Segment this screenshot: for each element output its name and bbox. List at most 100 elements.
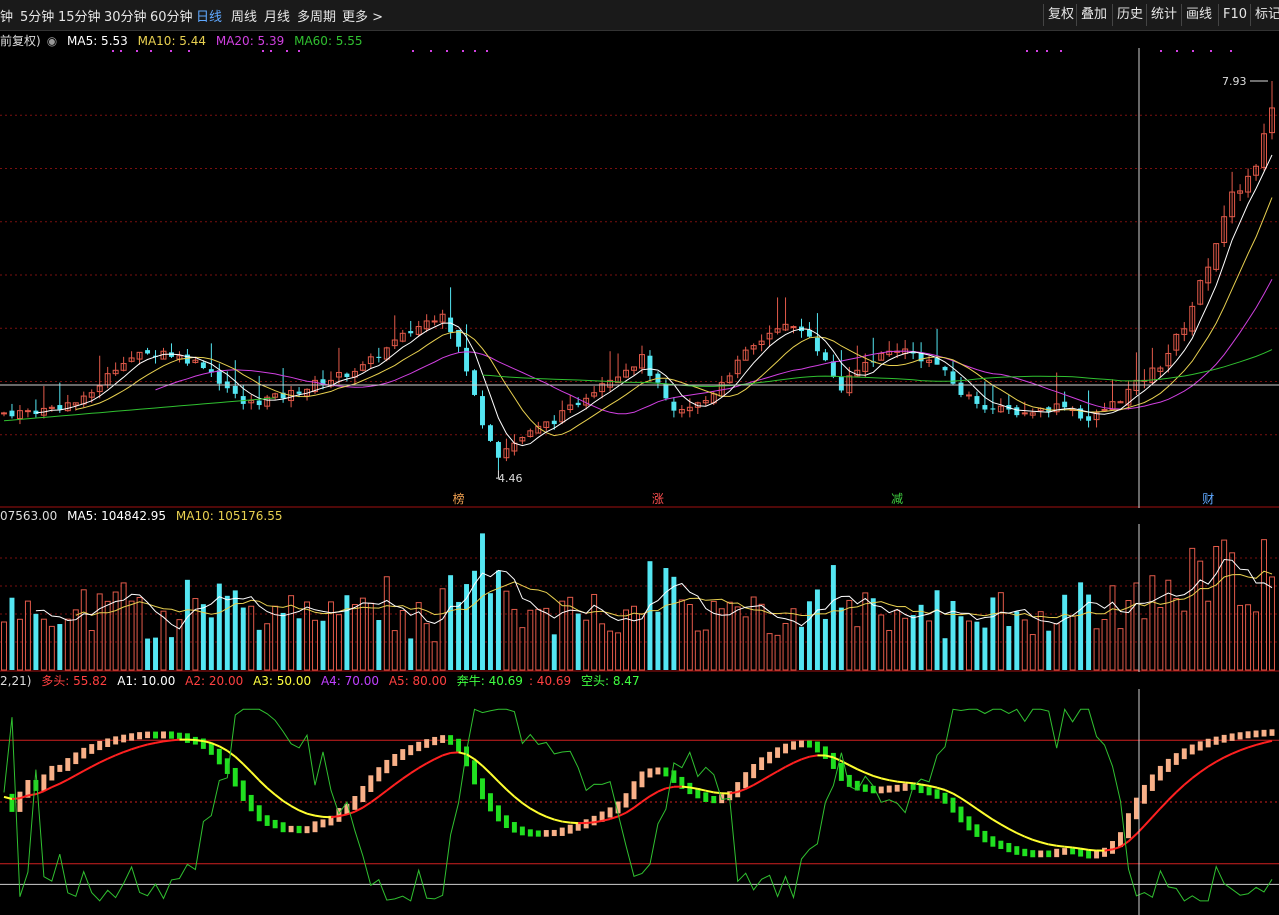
volume-bar-30 <box>240 607 246 670</box>
trend-line-seg-99 <box>785 761 794 768</box>
trend-line-seg-151 <box>1199 765 1209 773</box>
volume-bar-60 <box>480 533 485 670</box>
top-marker-dot-16 <box>1026 50 1028 52</box>
volume-bar-35 <box>280 612 286 670</box>
trend-line-seg-11 <box>83 765 93 772</box>
trend-line-seg-148 <box>1175 784 1185 793</box>
trend-block-89 <box>711 795 717 804</box>
trend-line-seg-154 <box>1223 752 1233 759</box>
volume-bar-62 <box>495 570 501 670</box>
trend-block-10 <box>81 747 87 759</box>
trend-line-seg-110 <box>872 774 882 780</box>
toolbar-button-2[interactable]: 历史 <box>1112 4 1147 26</box>
volume-bar-117 <box>934 590 940 670</box>
volume-bar-16 <box>128 600 135 671</box>
trend-block-101 <box>806 740 812 748</box>
trend-line-seg-4 <box>27 793 37 797</box>
trend-block-153 <box>1221 734 1227 743</box>
trend-line-seg-75 <box>593 819 603 824</box>
trend-line-seg-49 <box>386 783 396 792</box>
trend-line-seg-31 <box>242 763 252 773</box>
trend-line-seg-155 <box>1231 749 1241 755</box>
top-marker-dot-10 <box>412 50 414 52</box>
toolbar-button-1[interactable]: 叠加 <box>1076 4 1111 26</box>
volume-bar-143 <box>1141 618 1148 671</box>
volume-bar-104 <box>830 565 836 670</box>
trend-block-49 <box>392 753 398 766</box>
trend-line-seg-114 <box>905 781 914 785</box>
period-tab-8[interactable]: 多周期 <box>297 6 336 25</box>
toolbar-button-4[interactable]: 画线 <box>1181 4 1216 26</box>
ma5-label: MA5: 5.53 <box>67 34 128 48</box>
volume-bar-83 <box>663 568 669 670</box>
trend-line-seg-33 <box>258 779 268 789</box>
toolbar-button-0[interactable]: 复权 <box>1043 4 1078 26</box>
period-tab-6[interactable]: 周线 <box>231 6 257 25</box>
volume-bar-149 <box>1189 547 1196 671</box>
trend-block-38 <box>304 826 310 834</box>
trend-line-seg-144 <box>1143 816 1154 827</box>
volume-bar-55 <box>439 588 446 671</box>
trend-line-seg-13 <box>99 757 109 764</box>
trend-line-seg-70 <box>554 818 563 823</box>
settings-icon[interactable]: ◉ <box>47 34 57 48</box>
volume-bar-76 <box>607 630 614 671</box>
trend-line-seg-116 <box>920 783 930 787</box>
trend-block-142 <box>1133 797 1139 820</box>
period-tab-5[interactable]: 日线 <box>196 6 222 25</box>
top-marker-dot-0 <box>112 50 114 52</box>
candle-body-61 <box>487 425 493 441</box>
trend-block-64 <box>511 822 517 833</box>
trend-line-seg-83 <box>657 787 667 793</box>
trend-block-11 <box>89 744 95 754</box>
volume-chart[interactable] <box>0 524 1279 672</box>
trend-block-144 <box>1149 774 1155 791</box>
period-tab-3[interactable]: 30分钟 <box>104 6 147 25</box>
candle-body-25 <box>200 362 206 369</box>
price-chart[interactable]: 7.93 4.46 榜 涨 减 财 <box>0 48 1279 508</box>
candle-body-60 <box>480 396 485 426</box>
candle-body-133 <box>1062 401 1068 408</box>
trend-block-139 <box>1110 841 1115 854</box>
trend-block-60 <box>480 778 485 800</box>
volume-bar-109 <box>870 598 876 670</box>
period-tab-4[interactable]: 60分钟 <box>150 6 193 25</box>
toolbar-button-5[interactable]: F10 <box>1218 4 1251 26</box>
trend-block-31 <box>248 794 254 812</box>
volume-bar-115 <box>918 604 924 670</box>
volume-bar-128 <box>1021 619 1028 671</box>
volume-bar-150 <box>1197 560 1204 671</box>
trend-line-seg-61 <box>481 765 492 775</box>
toolbar-button-6[interactable]: 标记 <box>1250 4 1279 26</box>
top-marker-dot-22 <box>1192 50 1194 52</box>
trend-block-137 <box>1094 850 1100 859</box>
trend-block-6 <box>49 765 55 781</box>
trend-block-145 <box>1157 765 1163 781</box>
trend-block-71 <box>567 824 573 834</box>
indicator-chart[interactable] <box>0 689 1279 915</box>
candle-body-127 <box>1014 407 1020 416</box>
volume-bar-90 <box>718 608 725 671</box>
period-tab-2[interactable]: 15分钟 <box>58 6 101 25</box>
volume-bar-113 <box>902 617 909 671</box>
period-tab-9[interactable]: 更多 > <box>342 6 383 25</box>
trend-line-seg-129 <box>1024 835 1034 841</box>
trend-block-36 <box>288 825 294 833</box>
candle-body-0 <box>1 412 7 415</box>
trend-block-95 <box>759 757 765 771</box>
trend-line-seg-22 <box>171 738 180 742</box>
candle-body-43 <box>344 373 350 378</box>
trend-line-seg-121 <box>960 797 970 805</box>
toolbar-button-3[interactable]: 统计 <box>1146 4 1181 26</box>
volume-bar-4 <box>33 613 39 670</box>
trend-line-seg-9 <box>67 774 77 781</box>
trend-line-seg-18 <box>139 743 148 748</box>
period-tab-1[interactable]: 5分钟 <box>20 6 54 25</box>
period-tab-7[interactable]: 月线 <box>264 6 290 25</box>
volume-bar-54 <box>431 641 438 671</box>
candle-body-62 <box>495 442 501 458</box>
trend-line-seg-71 <box>562 820 571 824</box>
candle-body-54 <box>431 320 438 323</box>
period-tab-0[interactable]: 钟 <box>0 6 13 25</box>
volume-bar-56 <box>448 575 454 670</box>
